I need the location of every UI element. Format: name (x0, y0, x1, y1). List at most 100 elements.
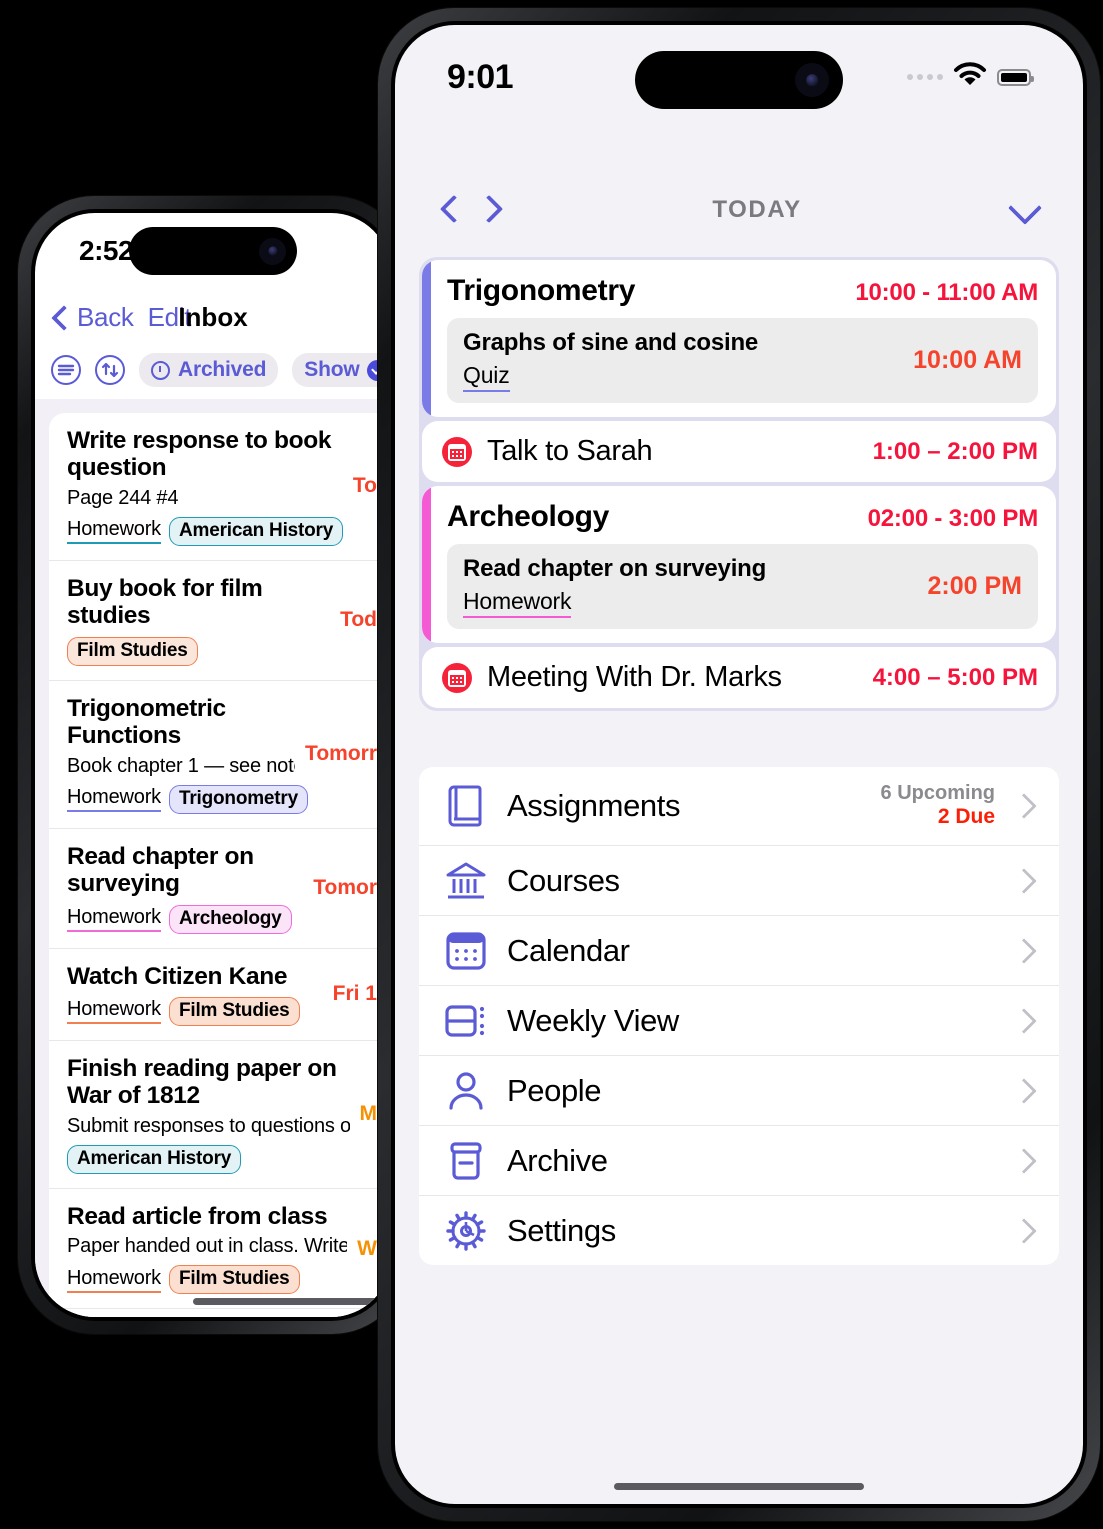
chevron-right-icon (1011, 793, 1037, 819)
list-item[interactable]: Finish reading paper on War of 1812 Submi… (49, 1039, 391, 1188)
menu-item-meta: 6 Upcoming 2 Due (881, 782, 995, 829)
course-task-texts: Read chapter on surveying Homework (463, 555, 914, 618)
event-title: Talk to Sarah (487, 435, 653, 467)
list-item-tags: Film Studies (67, 636, 330, 666)
gear-icon (441, 1209, 491, 1253)
list-item[interactable]: Buy book for film studies Film Studies Tod (49, 559, 391, 680)
course-time-range: 10:00 - 11:00 AM (855, 279, 1038, 306)
list-item-tags: Homework Film Studies (67, 1265, 347, 1295)
left-phone-device: 2:52 Back Edit Inbox Archived Show Write… (18, 196, 411, 1334)
right-status-time: 9:01 (447, 57, 514, 96)
upcoming-count: 6 Upcoming (880, 782, 995, 805)
menu-item-label: People (507, 1072, 602, 1108)
list-item-kind: Homework (67, 1267, 161, 1293)
list-item-content: Write response to book question Page 244 … (67, 427, 353, 546)
chevron-right-icon (1011, 868, 1037, 894)
left-phone-bezel: 2:52 Back Edit Inbox Archived Show Write… (31, 209, 395, 1321)
list-item-course-tag[interactable]: American History (67, 1144, 242, 1174)
show-filter-chip[interactable]: Show (292, 353, 391, 387)
schedule-event-card[interactable]: Talk to Sarah 1:00 – 2:00 PM (422, 421, 1056, 482)
list-item-content: Trigonometric Functions Book chapter 1 — … (67, 694, 308, 814)
menu-item-label: Courses (507, 862, 620, 898)
list-item[interactable]: Trigonometric Functions Book chapter 1 — … (49, 679, 391, 828)
menu-item-archive[interactable]: Archive (419, 1125, 1059, 1195)
list-item-note: Submit responses to questions on portal.… (67, 1114, 350, 1137)
next-day-button[interactable] (471, 191, 509, 229)
course-card-body: Archeology 02:00 - 3:00 PM Read chapter on… (431, 486, 1056, 643)
menu-item-label: Settings (507, 1212, 616, 1248)
event-row: Talk to Sarah 1:00 – 2:00 PM (422, 421, 1056, 482)
show-chip-label: Show (304, 358, 360, 381)
list-item-title: Trigonometric Functions (67, 694, 226, 750)
chevron-right-icon (1011, 1218, 1037, 1244)
home-indicator[interactable] (193, 1298, 383, 1305)
list-item-course-tag[interactable]: Film Studies (168, 996, 300, 1026)
list-item-kind: Homework (67, 518, 161, 545)
course-accent-bar (422, 486, 431, 643)
sort-arrows-icon[interactable] (95, 355, 125, 385)
menu-item-calendar[interactable]: Calendar (419, 915, 1059, 985)
menu-item-assignments[interactable]: Assignments 6 Upcoming 2 Due (419, 767, 1059, 845)
book-icon (441, 783, 491, 829)
list-item[interactable]: Watch Citizen Kane Homework Film Studies Fr… (49, 947, 391, 1040)
home-indicator[interactable] (614, 1483, 864, 1490)
screenshot-stage: 2:52 Back Edit Inbox Archived Show Write… (0, 0, 1103, 1529)
menu-item-courses[interactable]: Courses (419, 845, 1059, 915)
calendar-grid-icon (441, 930, 491, 972)
list-item-content: Buy book for film studies Film Studies (67, 575, 340, 666)
list-item-title: Buy book for film studies (67, 574, 263, 630)
list-item-title: Write response to book question (67, 427, 332, 482)
menu-item-label: Archive (507, 1142, 608, 1178)
list-item-course-tag[interactable]: Trigonometry (168, 784, 308, 814)
list-item[interactable]: Read chapter on surveying Homework Archeol… (49, 827, 391, 948)
schedule-event-card[interactable]: Meeting With Dr. Marks 4:00 – 5:00 PM (422, 647, 1056, 708)
course-time-range: 02:00 - 3:00 PM (867, 505, 1039, 532)
front-camera-icon (259, 237, 286, 265)
menu-item-weekly-view[interactable]: Weekly View (419, 985, 1059, 1055)
list-item-tags: American History (67, 1144, 350, 1174)
back-button-label: Back (77, 301, 134, 332)
list-item-course-tag[interactable]: Film Studies (67, 636, 198, 666)
list-item-note: Paper handed out in class. Write 3 page … (67, 1235, 348, 1258)
back-button[interactable]: Back (51, 302, 134, 333)
dynamic-island (635, 51, 843, 109)
calendar-icon (442, 436, 472, 467)
expand-schedule-button[interactable] (1005, 193, 1045, 227)
list-item-tags: Homework Film Studies (67, 996, 323, 1026)
chevron-right-icon (1011, 1078, 1037, 1104)
today-schedule: Trigonometry 10:00 - 11:00 AM Graphs of si… (419, 257, 1059, 711)
archived-filter-chip[interactable]: Archived (139, 353, 279, 387)
list-item-course-tag[interactable]: Film Studies (168, 1265, 300, 1295)
list-item[interactable]: Graphs of sine and cosineQuizTrigonometr… (49, 1308, 391, 1317)
course-name: Archeology (447, 500, 610, 533)
right-status-bar: 9:01 (395, 25, 1083, 129)
list-item[interactable]: Read article from class Paper handed out … (49, 1187, 391, 1308)
list-item-title: Read chapter on surveying (67, 842, 254, 898)
schedule-course-card[interactable]: Trigonometry 10:00 - 11:00 AM Graphs of si… (422, 260, 1056, 417)
calendar-icon (442, 662, 472, 693)
today-title: TODAY (712, 196, 802, 223)
course-task-row[interactable]: Graphs of sine and cosine Quiz 10:00 AM (447, 318, 1038, 403)
list-item-kind: Homework (67, 786, 161, 813)
list-lines-icon[interactable] (51, 355, 81, 385)
schedule-course-card[interactable]: Archeology 02:00 - 3:00 PM Read chapter on… (422, 486, 1056, 643)
menu-item-settings[interactable]: Settings (419, 1195, 1059, 1265)
list-item-kind: Homework (67, 906, 161, 932)
front-camera-icon (795, 63, 829, 97)
list-item-course-tag[interactable]: American History (168, 516, 344, 546)
clock-icon (151, 360, 170, 380)
course-task-time: 2:00 PM (927, 572, 1022, 600)
list-item-content: Read chapter on surveying Homework Archeol… (67, 843, 313, 934)
cellular-signal-icon (907, 74, 943, 80)
event-title: Meeting With Dr. Marks (487, 661, 782, 693)
previous-day-button[interactable] (433, 191, 471, 229)
list-item-content: Read article from class Paper handed out … (67, 1203, 357, 1295)
due-count: 2 Due (937, 805, 995, 829)
course-task-row[interactable]: Read chapter on surveying Homework 2:00 PM (447, 544, 1038, 629)
chevron-right-icon (1011, 1148, 1037, 1174)
list-item-course-tag[interactable]: Archeology (168, 904, 292, 934)
menu-item-people[interactable]: People (419, 1055, 1059, 1125)
person-icon (441, 1070, 491, 1112)
list-item[interactable]: Write response to book question Page 244 … (49, 413, 391, 560)
chevron-left-icon (51, 304, 71, 330)
